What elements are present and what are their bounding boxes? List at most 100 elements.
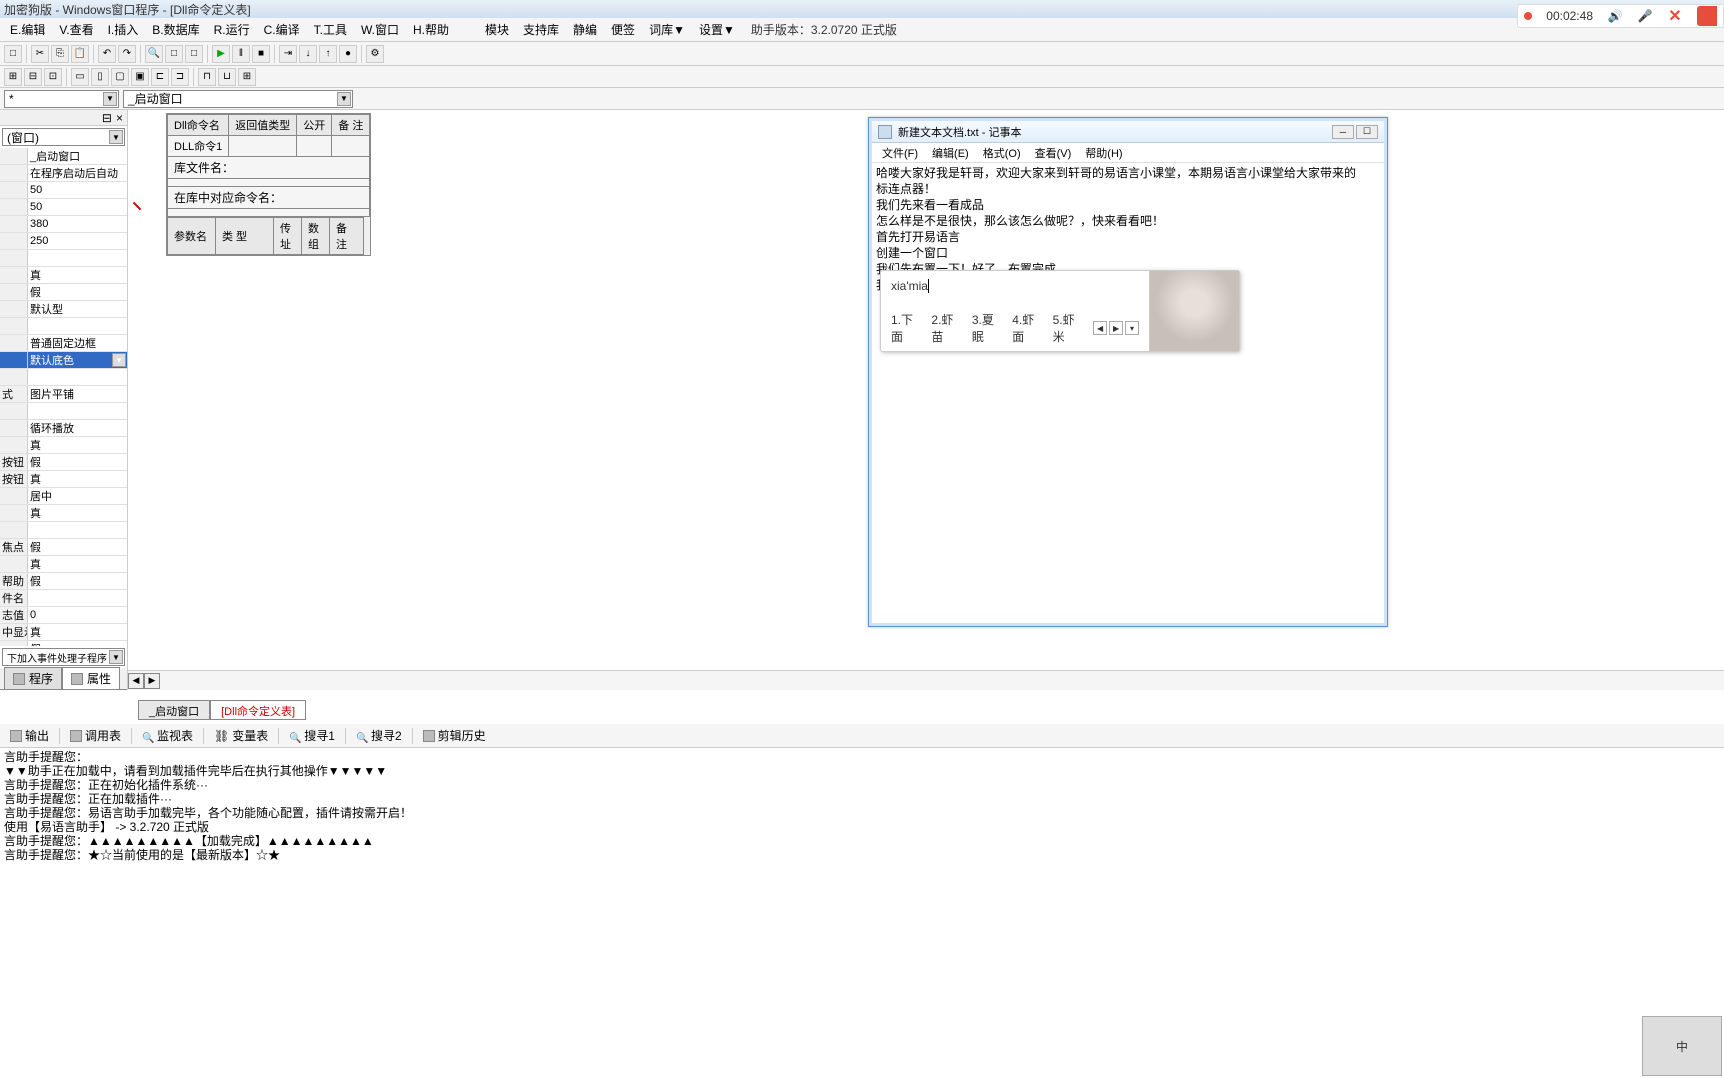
redo-button[interactable]: ↷ <box>118 45 136 63</box>
ime-popup[interactable]: xia'mia 1.下面 2.虾苗 3.夏眠 4.虾面 5.虾米 ◀ ▶ ▾ <box>880 270 1240 352</box>
ime-candidates[interactable]: 1.下面 2.虾苗 3.夏眠 4.虾面 5.虾米 ◀ ▶ ▾ <box>891 311 1139 345</box>
property-row[interactable]: 按钮假 <box>0 454 127 471</box>
dll-cell[interactable] <box>332 136 370 157</box>
property-row[interactable] <box>0 318 127 335</box>
property-row[interactable]: 250 <box>0 233 127 250</box>
align-button[interactable]: ⊞ <box>4 68 22 86</box>
property-row[interactable]: 50 <box>0 182 127 199</box>
property-value[interactable]: 真 <box>28 437 127 453</box>
property-value[interactable]: _启动窗口 <box>28 148 127 164</box>
toolbar-button[interactable]: □ <box>165 45 183 63</box>
chevron-down-icon[interactable]: ▼ <box>337 92 351 106</box>
tab-scroll-left-icon[interactable]: ◀ <box>128 673 144 689</box>
property-row[interactable]: _启动窗口 <box>0 148 127 165</box>
tab-properties[interactable]: 属性 <box>62 667 120 689</box>
dll-definition-table[interactable]: Dll命令名 返回值类型 公开 备 注 DLL命令1 库文件名： 在库中对应命令… <box>166 113 371 256</box>
run-button[interactable]: ▶ <box>212 45 230 63</box>
maximize-button[interactable]: ☐ <box>1356 125 1378 139</box>
class-combo[interactable]: * ▼ <box>4 90 119 108</box>
property-row[interactable]: 真 <box>0 437 127 454</box>
menu-insert[interactable]: I.插入 <box>102 19 145 40</box>
property-row[interactable]: 默认型 <box>0 301 127 318</box>
dll-cmd-cell[interactable]: DLL命令1 <box>168 136 229 157</box>
property-value[interactable]: 居中 <box>28 488 127 504</box>
ime-cand[interactable]: 4.虾面 <box>1012 311 1044 345</box>
property-value[interactable]: 50 <box>28 182 127 198</box>
window-select-combo[interactable]: (窗口) ▼ <box>2 128 125 146</box>
property-value[interactable]: 在程序启动后自动 <box>28 165 127 181</box>
menu-tools[interactable]: T.工具 <box>308 19 353 40</box>
otab-watch[interactable]: 监视表 <box>136 725 199 746</box>
np-menu-view[interactable]: 查看(V) <box>1029 143 1078 163</box>
otab-calls[interactable]: 调用表 <box>64 725 127 746</box>
align-button[interactable]: ⊔ <box>218 68 236 86</box>
stop-button[interactable]: ■ <box>252 45 270 63</box>
property-value[interactable]: 真 <box>28 556 127 572</box>
menu-notes[interactable]: 便签 <box>605 19 641 40</box>
menu-edit[interactable]: E.编辑 <box>4 19 51 40</box>
property-value[interactable]: 真 <box>28 267 127 283</box>
property-row[interactable]: 按钮真 <box>0 471 127 488</box>
tab-dll-def[interactable]: [Dll命令定义表] <box>210 700 306 720</box>
chevron-down-icon[interactable]: ▼ <box>112 353 126 367</box>
property-row[interactable]: 式图片平铺 <box>0 386 127 403</box>
align-button[interactable]: ⊞ <box>238 68 256 86</box>
property-value[interactable] <box>28 369 127 385</box>
object-combo[interactable]: _启动窗口 ▼ <box>123 90 353 108</box>
property-row[interactable]: 默认底色▼ <box>0 352 127 369</box>
menu-module[interactable]: 模块 <box>479 19 515 40</box>
property-value[interactable]: 默认型 <box>28 301 127 317</box>
chevron-down-icon[interactable]: ▼ <box>109 650 123 664</box>
breakpoint-button[interactable]: ● <box>339 45 357 63</box>
ime-cand[interactable]: 3.夏眠 <box>972 311 1004 345</box>
property-row[interactable]: 假 <box>0 641 127 646</box>
property-value[interactable]: 默认底色▼ <box>28 352 127 368</box>
otab-search2[interactable]: 搜寻2 <box>350 725 408 746</box>
np-menu-edit[interactable]: 编辑(E) <box>926 143 975 163</box>
property-row[interactable]: 假 <box>0 284 127 301</box>
mic-mute-icon[interactable]: 🎤 <box>1637 8 1653 24</box>
dll-libfile-row[interactable]: 库文件名： <box>168 157 370 179</box>
tab-scroll-right-icon[interactable]: ▶ <box>144 673 160 689</box>
menu-view[interactable]: V.查看 <box>53 19 99 40</box>
toolbar-button[interactable]: □ <box>4 45 22 63</box>
panel-pin-icon[interactable]: ⊟ <box>100 111 114 125</box>
toolbar-button[interactable]: ⚙ <box>366 45 384 63</box>
output-panel[interactable]: 言助手提醒您：▼▼助手正在加载中，请看到加载插件完毕后在执行其他操作▼▼▼▼▼言… <box>0 748 1724 888</box>
step-out-button[interactable]: ↑ <box>319 45 337 63</box>
menu-settings[interactable]: 设置▼ <box>693 19 741 40</box>
align-button[interactable]: ▭ <box>71 68 89 86</box>
recorder-stop-button[interactable] <box>1697 6 1717 26</box>
event-combo[interactable]: 下加入事件处理子程序 ▼ <box>2 648 125 666</box>
dll-libcmd-row[interactable]: 在库中对应命令名： <box>168 187 370 209</box>
property-row[interactable] <box>0 369 127 386</box>
property-row[interactable]: 真 <box>0 556 127 573</box>
property-value[interactable]: 0 <box>28 607 127 623</box>
np-menu-file[interactable]: 文件(F) <box>876 143 924 163</box>
panel-close-icon[interactable]: × <box>114 111 125 125</box>
chevron-down-icon[interactable]: ▼ <box>109 130 123 144</box>
menu-support[interactable]: 支持库 <box>517 19 565 40</box>
property-value[interactable]: 真 <box>28 505 127 521</box>
property-value[interactable]: 假 <box>28 641 127 646</box>
align-button[interactable]: ▯ <box>91 68 109 86</box>
property-value[interactable]: 假 <box>28 454 127 470</box>
align-button[interactable]: ⊓ <box>198 68 216 86</box>
menu-run[interactable]: R.运行 <box>208 19 256 40</box>
otab-vars[interactable]: ⛓变量表 <box>208 725 274 746</box>
property-value[interactable]: 普通固定边框 <box>28 335 127 351</box>
otab-clip[interactable]: 剪辑历史 <box>417 725 492 746</box>
property-row[interactable]: 普通固定边框 <box>0 335 127 352</box>
paste-button[interactable]: 📋 <box>71 45 89 63</box>
ime-cand[interactable]: 5.虾米 <box>1053 311 1085 345</box>
property-row[interactable]: 居中 <box>0 488 127 505</box>
property-row[interactable]: 志值0 <box>0 607 127 624</box>
property-row[interactable]: 真 <box>0 505 127 522</box>
menu-dict[interactable]: 词库▼ <box>643 19 691 40</box>
property-row[interactable]: 帮助假 <box>0 573 127 590</box>
property-value[interactable]: 真 <box>28 624 127 640</box>
property-value[interactable]: 假 <box>28 284 127 300</box>
property-value[interactable]: 图片平铺 <box>28 386 127 402</box>
property-value[interactable]: 假 <box>28 539 127 555</box>
menu-compile[interactable]: C.编译 <box>258 19 306 40</box>
